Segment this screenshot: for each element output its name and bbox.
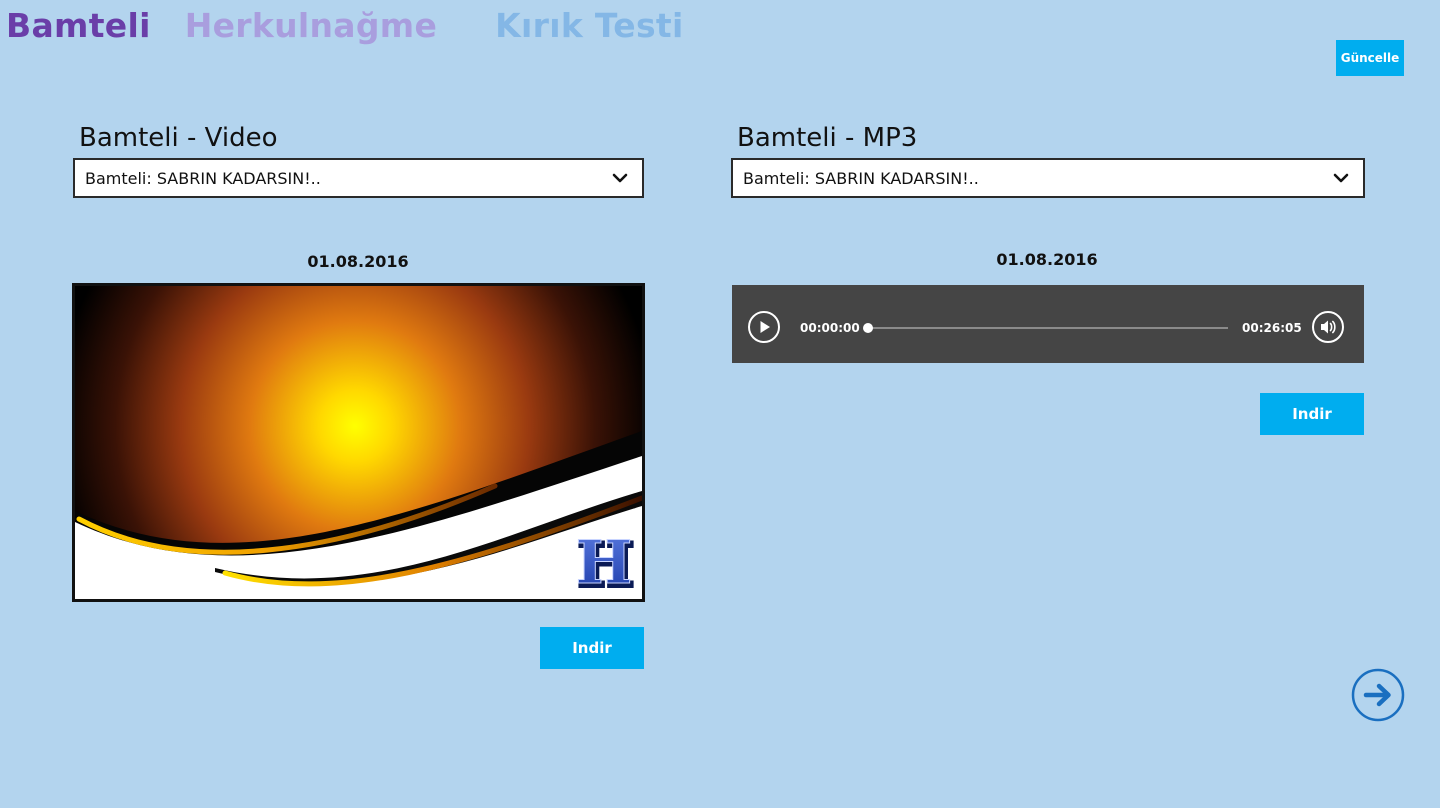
video-select[interactable]: Bamteli: SABRIN KADARSIN!..	[73, 158, 644, 198]
audio-select[interactable]: Bamteli: SABRIN KADARSIN!..	[731, 158, 1365, 198]
audio-section-title: Bamteli - MP3	[737, 123, 918, 153]
video-date: 01.08.2016	[307, 252, 409, 271]
tab-bamteli[interactable]: Bamteli	[6, 6, 151, 45]
tab-herkulnagme[interactable]: Herkulnağme	[185, 6, 437, 45]
svg-text:H: H	[576, 528, 633, 598]
audio-date: 01.08.2016	[996, 250, 1098, 269]
chevron-down-icon	[1331, 168, 1351, 188]
total-time: 00:26:05	[1242, 321, 1302, 335]
video-section-title: Bamteli - Video	[79, 123, 278, 153]
audio-select-value: Bamteli: SABRIN KADARSIN!..	[743, 168, 979, 188]
seek-track[interactable]	[868, 327, 1228, 329]
volume-icon	[1312, 311, 1344, 343]
logo-h-icon: H H	[575, 528, 636, 600]
volume-button[interactable]	[1312, 311, 1344, 343]
current-time: 00:00:00	[800, 321, 860, 335]
chevron-down-icon	[610, 168, 630, 188]
play-icon	[748, 311, 780, 343]
update-button[interactable]: Güncelle	[1336, 40, 1404, 76]
seek-thumb[interactable]	[863, 323, 873, 333]
audio-player: 00:00:00 00:26:05	[732, 285, 1364, 363]
audio-download-button[interactable]: Indir	[1260, 393, 1364, 435]
play-button[interactable]	[748, 311, 780, 343]
top-tabs: Bamteli Herkulnağme Kırık Testi	[6, 6, 684, 45]
video-download-button[interactable]: Indir	[540, 627, 644, 669]
video-thumbnail[interactable]: H H	[72, 283, 645, 602]
video-select-value: Bamteli: SABRIN KADARSIN!..	[85, 168, 321, 188]
tab-kirik-testi[interactable]: Kırık Testi	[495, 6, 683, 45]
app-window: Bamteli Herkulnağme Kırık Testi Güncelle…	[0, 0, 1440, 808]
next-page-button[interactable]	[1351, 668, 1405, 722]
arrow-right-circle-icon	[1351, 668, 1405, 722]
